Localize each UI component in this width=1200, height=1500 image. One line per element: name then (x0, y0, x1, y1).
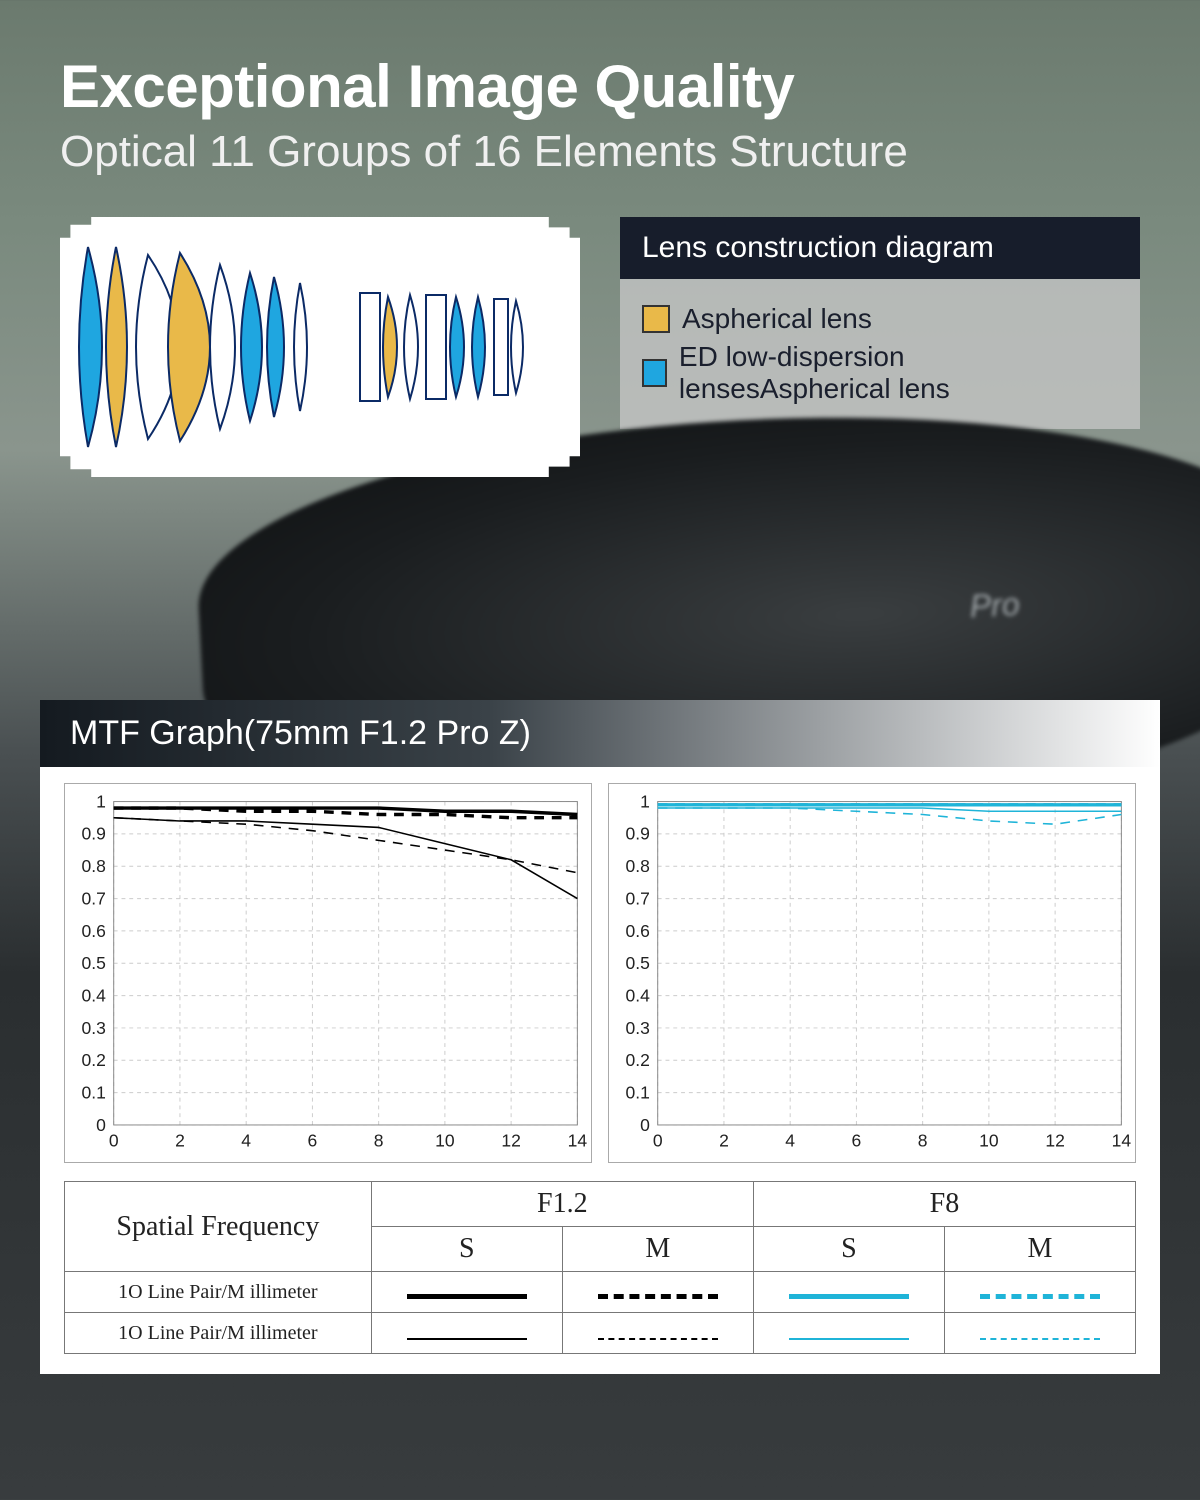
svg-text:14: 14 (1112, 1130, 1132, 1150)
svg-text:0.1: 0.1 (82, 1082, 106, 1102)
svg-text:0.6: 0.6 (626, 921, 650, 941)
svg-text:0.4: 0.4 (626, 985, 651, 1005)
mtf-title: MTF Graph(75mm F1.2 Pro Z) (40, 700, 1160, 767)
row-label: 1O Line Pair/M illimeter (65, 1272, 372, 1313)
sub-s: S (753, 1227, 944, 1272)
legend-label: ED low-dispersion lensesAspherical lens (679, 341, 1118, 405)
mtf-chart-f12: 00.10.20.30.40.50.60.70.80.9102468101214 (64, 783, 592, 1163)
svg-text:1: 1 (640, 791, 650, 811)
sample-line (371, 1272, 562, 1313)
svg-text:12: 12 (501, 1130, 520, 1150)
sub-s: S (371, 1227, 562, 1272)
svg-text:2: 2 (719, 1130, 729, 1150)
header: Exceptional Image Quality Optical 11 Gro… (0, 0, 1200, 177)
legend-item: ED low-dispersion lensesAspherical lens (642, 341, 1118, 405)
svg-text:0.7: 0.7 (82, 888, 106, 908)
svg-text:12: 12 (1045, 1130, 1064, 1150)
svg-text:0.1: 0.1 (626, 1082, 650, 1102)
ed-swatch-icon (642, 359, 667, 387)
svg-text:0.9: 0.9 (82, 824, 106, 844)
svg-text:0.7: 0.7 (626, 888, 650, 908)
legend-box: Lens construction diagram Aspherical len… (620, 217, 1140, 429)
sample-line (562, 1272, 753, 1313)
svg-text:8: 8 (374, 1130, 384, 1150)
f12-header: F1.2 (371, 1182, 753, 1227)
svg-text:2: 2 (175, 1130, 185, 1150)
row-label: 1O Line Pair/M illimeter (65, 1313, 372, 1354)
mtf-chart-f8: 00.10.20.30.40.50.60.70.80.9102468101214 (608, 783, 1136, 1163)
page-title: Exceptional Image Quality (60, 52, 1140, 121)
svg-text:1: 1 (96, 791, 106, 811)
svg-text:10: 10 (435, 1130, 455, 1150)
sub-m: M (562, 1227, 753, 1272)
charts-row: 00.10.20.30.40.50.60.70.80.9102468101214… (40, 767, 1160, 1173)
frequency-legend-table: Spatial Frequency F1.2 F8 S M S M 1O Lin… (64, 1181, 1136, 1354)
svg-text:8: 8 (918, 1130, 928, 1150)
sample-line (753, 1272, 944, 1313)
sample-line (944, 1313, 1135, 1354)
sample-line (944, 1272, 1135, 1313)
svg-text:6: 6 (852, 1130, 862, 1150)
aspherical-swatch-icon (642, 305, 670, 333)
sub-m: M (944, 1227, 1135, 1272)
svg-text:0.2: 0.2 (82, 1050, 106, 1070)
f8-header: F8 (753, 1182, 1135, 1227)
svg-text:0: 0 (96, 1115, 106, 1135)
svg-text:0.3: 0.3 (626, 1018, 650, 1038)
svg-text:0.8: 0.8 (82, 856, 106, 876)
svg-text:0.5: 0.5 (626, 953, 650, 973)
svg-text:0: 0 (653, 1130, 663, 1150)
legend-title: Lens construction diagram (620, 217, 1140, 279)
svg-text:6: 6 (308, 1130, 318, 1150)
svg-text:4: 4 (785, 1130, 795, 1150)
mtf-card: MTF Graph(75mm F1.2 Pro Z) 0 0.1 0.2 0.3 0.4… (40, 700, 1160, 1374)
svg-text:0: 0 (640, 1115, 650, 1135)
svg-text:0.8: 0.8 (626, 856, 650, 876)
svg-text:0.4: 0.4 (82, 985, 107, 1005)
legend-label: Aspherical lens (682, 303, 872, 335)
svg-text:10: 10 (979, 1130, 999, 1150)
spatial-frequency-header: Spatial Frequency (65, 1182, 372, 1272)
svg-text:0.3: 0.3 (82, 1018, 106, 1038)
sample-line (562, 1313, 753, 1354)
svg-text:0.6: 0.6 (82, 921, 106, 941)
lens-cross-section-diagram (60, 217, 580, 477)
svg-text:0: 0 (109, 1130, 119, 1150)
sample-line (753, 1313, 944, 1354)
svg-text:0.2: 0.2 (626, 1050, 650, 1070)
sample-line (371, 1313, 562, 1354)
svg-text:4: 4 (241, 1130, 251, 1150)
legend-item: Aspherical lens (642, 303, 1118, 335)
page-subtitle: Optical 11 Groups of 16 Elements Structu… (60, 127, 1140, 177)
svg-text:14: 14 (568, 1130, 588, 1150)
svg-text:0.9: 0.9 (626, 824, 650, 844)
svg-text:0.5: 0.5 (82, 953, 106, 973)
legend-body: Aspherical lens ED low-dispersion lenses… (620, 279, 1140, 429)
